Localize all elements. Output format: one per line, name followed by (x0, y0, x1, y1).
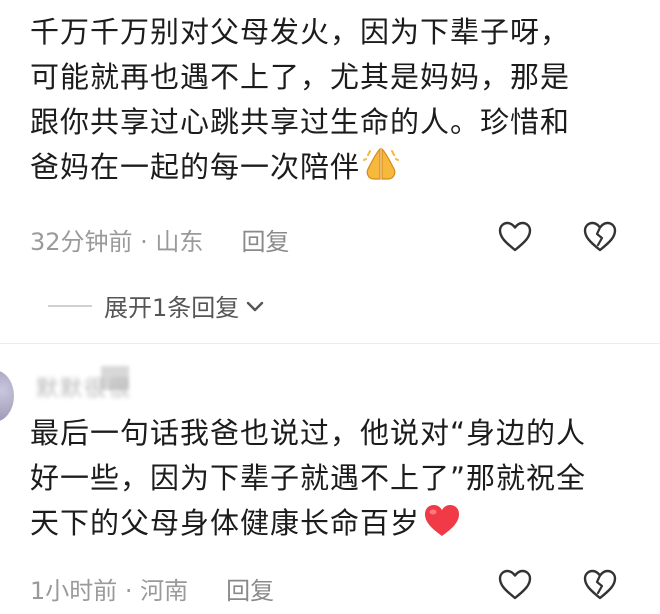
comment-1-line-1: 千万千万别对父母发火，因为下辈子呀， (30, 15, 571, 49)
like-heart-icon[interactable] (497, 567, 533, 603)
comment-2-username[interactable]: 默默很很 (36, 371, 132, 403)
comment-2-line-1: 最后一句话我爸也说过，他说对“身边的人 (30, 416, 587, 450)
comment-1-line-4: 爸妈在一起的每一次陪伴 (30, 150, 361, 184)
comment-2-time-location: 1小时前 · 河南 (30, 577, 189, 605)
comment-2-text: 最后一句话我爸也说过，他说对“身边的人 好一些，因为下辈子就遇不上了”那就祝全 … (30, 411, 650, 552)
comment-1-meta: 32分钟前 · 山东 回复 (30, 222, 289, 257)
expand-replies-button[interactable]: 展开1条回复 (48, 288, 265, 323)
comment-1-time-location: 32分钟前 · 山东 (30, 228, 204, 256)
comment-2-meta: 1小时前 · 河南 回复 (30, 571, 274, 606)
expand-replies-divider-line (48, 304, 92, 307)
comment-1-text: 千万千万别对父母发火，因为下辈子呀， 可能就再也遇不上了，尤其是妈妈，那是 跟你… (30, 10, 650, 196)
dislike-broken-heart-icon[interactable] (582, 567, 618, 603)
praying-hands-emoji (362, 145, 400, 196)
dislike-broken-heart-icon[interactable] (582, 219, 618, 255)
chevron-down-icon (245, 292, 265, 320)
avatar[interactable] (0, 370, 14, 422)
comment-2-line-2: 好一些，因为下辈子就遇不上了”那就祝全 (30, 461, 587, 495)
comment-divider (0, 343, 660, 344)
comment-2-reply-button[interactable]: 回复 (226, 571, 274, 606)
comment-1-reply-button[interactable]: 回复 (241, 222, 289, 257)
red-heart-emoji (422, 501, 462, 552)
comment-2-line-3: 天下的父母身体健康长命百岁 (30, 506, 421, 540)
expand-replies-label: 展开1条回复 (104, 294, 240, 322)
comment-1-line-2: 可能就再也遇不上了，尤其是妈妈，那是 (30, 60, 571, 94)
comment-1-line-3: 跟你共享过心跳共享过生命的人。珍惜和 (30, 105, 571, 139)
like-heart-icon[interactable] (497, 219, 533, 255)
